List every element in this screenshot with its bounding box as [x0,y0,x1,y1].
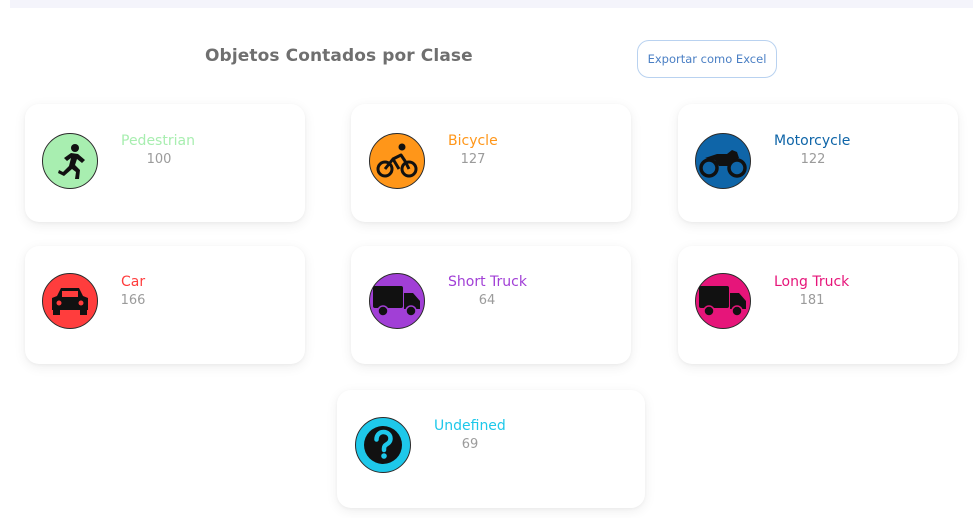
class-count: 122 [800,152,826,167]
class-count: 127 [460,152,486,167]
export-excel-button[interactable]: Exportar como Excel [637,40,777,78]
motorcycle-icon [695,133,751,189]
class-card-car: Car 166 [25,246,305,364]
class-label: Long Truck [774,274,850,290]
class-label: Bicycle [448,133,498,149]
class-count: 166 [120,293,146,308]
class-card-undefined: Undefined 69 [337,390,645,508]
bicycle-icon [369,133,425,189]
class-label: Motorcycle [774,133,851,149]
truck-icon [369,273,425,329]
class-count: 64 [478,293,496,308]
class-card-bicycle: Bicycle 127 [351,104,631,222]
class-card-long-truck: Long Truck 181 [678,246,958,364]
class-label: Short Truck [448,274,527,290]
class-card-pedestrian: Pedestrian 100 [25,104,305,222]
car-icon [42,273,98,329]
class-label: Pedestrian [121,133,195,149]
class-card-motorcycle: Motorcycle 122 [678,104,958,222]
running-person-icon [42,133,98,189]
class-card-short-truck: Short Truck 64 [351,246,631,364]
class-count: 181 [799,293,825,308]
class-count: 100 [146,152,172,167]
class-label: Car [121,274,146,290]
class-count: 69 [461,437,479,452]
question-mark-icon [355,417,411,473]
class-label: Undefined [434,418,506,434]
page-title: Objetos Contados por Clase [205,46,473,66]
truck-icon [695,273,751,329]
top-bar [10,0,973,8]
